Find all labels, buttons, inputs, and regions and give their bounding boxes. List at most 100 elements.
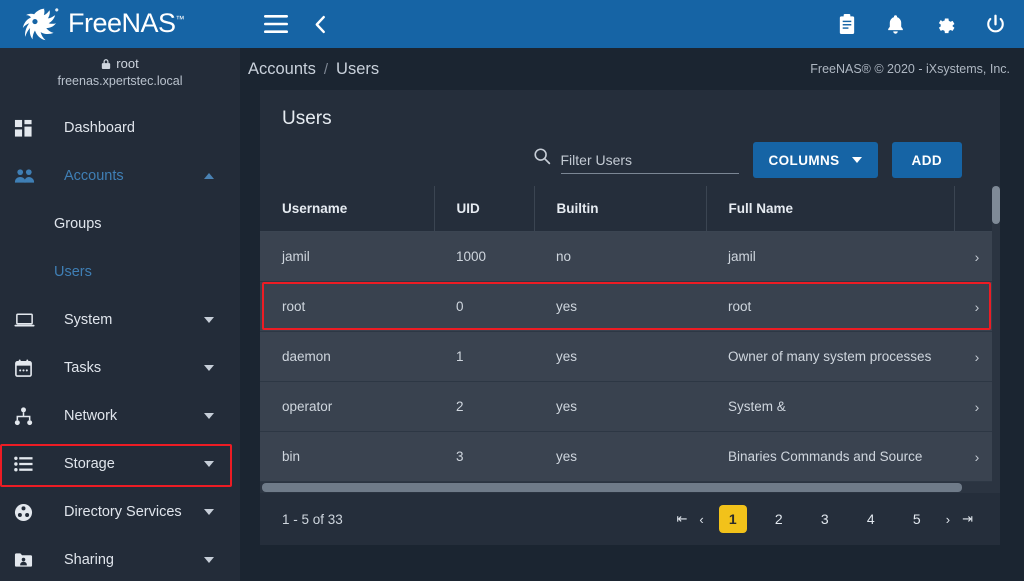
freenas-shark-logo-icon [18, 6, 60, 42]
cell-builtin: no [534, 231, 706, 282]
sidebar-item-groups[interactable]: Groups [0, 200, 240, 248]
brand-logo-bar[interactable]: FreeNAS™ [0, 0, 240, 48]
table-horizontal-scrollbar[interactable] [260, 482, 1000, 493]
pagination: ⇤ ‹ 1 2 3 4 5 › ⇥ [672, 505, 979, 533]
page-button-5[interactable]: 5 [903, 505, 931, 533]
sitemap-icon [14, 406, 44, 426]
users-card: Users COLUMNS [260, 90, 1000, 545]
main-area: Accounts / Users FreeNAS® © 2020 - iXsys… [240, 0, 1024, 581]
page-button-4[interactable]: 4 [857, 505, 885, 533]
users-table: Username UID Builtin Full Name jamil 100… [260, 186, 1000, 482]
column-header-builtin[interactable]: Builtin [534, 186, 707, 232]
scrollbar-thumb[interactable] [992, 186, 1000, 224]
sidebar-item-label: Storage [64, 456, 115, 472]
bell-notification-icon[interactable] [886, 14, 905, 35]
cell-username: daemon [260, 331, 434, 382]
breadcrumb-parent[interactable]: Accounts [248, 60, 316, 79]
sidebar-item-label: System [64, 312, 113, 328]
clipboard-icon[interactable] [838, 13, 856, 35]
power-icon[interactable] [985, 14, 1006, 35]
gear-settings-icon[interactable] [935, 14, 955, 34]
dashboard-grid-icon [14, 119, 44, 138]
search-input[interactable] [560, 151, 739, 174]
sidebar-item-users[interactable]: Users [0, 248, 240, 296]
cell-uid: 3 [434, 431, 534, 482]
sidebar-item-tasks[interactable]: Tasks [0, 344, 240, 392]
table-row[interactable]: jamil 1000 no jamil › [260, 231, 1000, 282]
cell-uid: 2 [434, 381, 534, 432]
sidebar-item-label: Dashboard [64, 120, 135, 136]
current-user-block: root freenas.xpertstec.local [0, 48, 240, 98]
sidebar-item-sharing[interactable]: Sharing [0, 536, 240, 581]
cell-builtin: yes [534, 331, 706, 382]
hostname-text: freenas.xpertstec.local [57, 74, 183, 88]
card-toolbar: COLUMNS ADD [282, 134, 980, 186]
table-header-row: Username UID Builtin Full Name [260, 186, 1000, 232]
laptop-icon [14, 312, 44, 328]
sidebar-item-directory-services[interactable]: Directory Services [0, 488, 240, 536]
table-row[interactable]: bin 3 yes Binaries Commands and Source › [260, 431, 1000, 482]
page-button-1[interactable]: 1 [718, 505, 747, 533]
chevron-down-icon[interactable] [204, 461, 214, 467]
prev-page-icon[interactable]: ‹ [694, 512, 708, 527]
first-page-icon[interactable]: ⇤ [672, 511, 693, 527]
chevron-up-icon[interactable] [204, 173, 214, 179]
columns-button[interactable]: COLUMNS [752, 142, 878, 178]
cell-fullname: Owner of many system processes [706, 331, 954, 382]
cell-username: operator [260, 381, 434, 432]
sidebar-subitem-label: Groups [54, 216, 102, 232]
directory-circle-icon [14, 503, 44, 522]
add-user-button[interactable]: ADD [891, 142, 962, 178]
page-button-3[interactable]: 3 [811, 505, 839, 533]
last-page-icon[interactable]: ⇥ [957, 511, 978, 527]
chevron-down-icon[interactable] [204, 509, 214, 515]
column-header-fullname[interactable]: Full Name [706, 186, 955, 232]
sidebar-item-label: Sharing [64, 552, 114, 568]
sidebar-item-storage[interactable]: Storage [0, 440, 240, 488]
cell-fullname: jamil [706, 231, 954, 282]
chevron-down-icon[interactable] [204, 413, 214, 419]
table-vertical-scrollbar[interactable] [992, 186, 1000, 482]
calendar-icon [14, 358, 44, 378]
sidebar: FreeNAS™ root freenas.xpertstec.local Da… [0, 0, 240, 581]
cell-builtin: yes [534, 381, 706, 432]
brand-name: FreeNAS™ [68, 7, 185, 38]
breadcrumb: Accounts / Users FreeNAS® © 2020 - iXsys… [240, 48, 1024, 90]
filter-users-control[interactable] [533, 147, 739, 174]
column-header-username[interactable]: Username [260, 186, 435, 232]
sidebar-item-label: Tasks [64, 360, 102, 376]
chevron-down-icon[interactable] [204, 557, 214, 563]
table-head: Username UID Builtin Full Name [260, 186, 1000, 232]
sidebar-item-dashboard[interactable]: Dashboard [0, 104, 240, 152]
sidebar-item-system[interactable]: System [0, 296, 240, 344]
chevron-down-icon [851, 157, 862, 163]
chevron-down-icon[interactable] [204, 317, 214, 323]
sidebar-nav: Dashboard Accounts Groups Users System T… [0, 104, 240, 581]
trademark-symbol: ™ [175, 13, 185, 24]
chevron-left-icon[interactable] [314, 15, 327, 34]
top-app-bar [240, 0, 1024, 48]
freenas-app-window: FreeNAS™ root freenas.xpertstec.local Da… [0, 0, 1024, 581]
hamburger-menu-icon[interactable] [264, 15, 288, 33]
table-row[interactable]: root 0 yes root › [260, 281, 1000, 332]
chevron-down-icon[interactable] [204, 365, 214, 371]
sidebar-item-network[interactable]: Network [0, 392, 240, 440]
username-text: root [116, 56, 139, 71]
folder-share-icon [14, 552, 44, 568]
page-button-2[interactable]: 2 [765, 505, 793, 533]
table-row[interactable]: daemon 1 yes Owner of many system proces… [260, 331, 1000, 382]
scrollbar-thumb[interactable] [262, 483, 962, 492]
breadcrumb-current[interactable]: Users [336, 60, 379, 79]
next-page-icon[interactable]: › [941, 512, 955, 527]
columns-button-label: COLUMNS [768, 152, 840, 168]
table-row[interactable]: operator 2 yes System & › [260, 381, 1000, 432]
page-title: Users [282, 108, 332, 129]
cell-fullname: Binaries Commands and Source [706, 431, 954, 482]
search-icon [533, 147, 551, 174]
cell-uid: 0 [434, 281, 534, 332]
sidebar-item-accounts[interactable]: Accounts [0, 152, 240, 200]
column-header-uid[interactable]: UID [434, 186, 535, 232]
table-body: jamil 1000 no jamil › root 0 yes root › … [260, 231, 1000, 482]
cell-builtin: yes [534, 431, 706, 482]
table-footer: 1 - 5 of 33 ⇤ ‹ 1 2 3 4 5 › ⇥ [260, 493, 1000, 545]
